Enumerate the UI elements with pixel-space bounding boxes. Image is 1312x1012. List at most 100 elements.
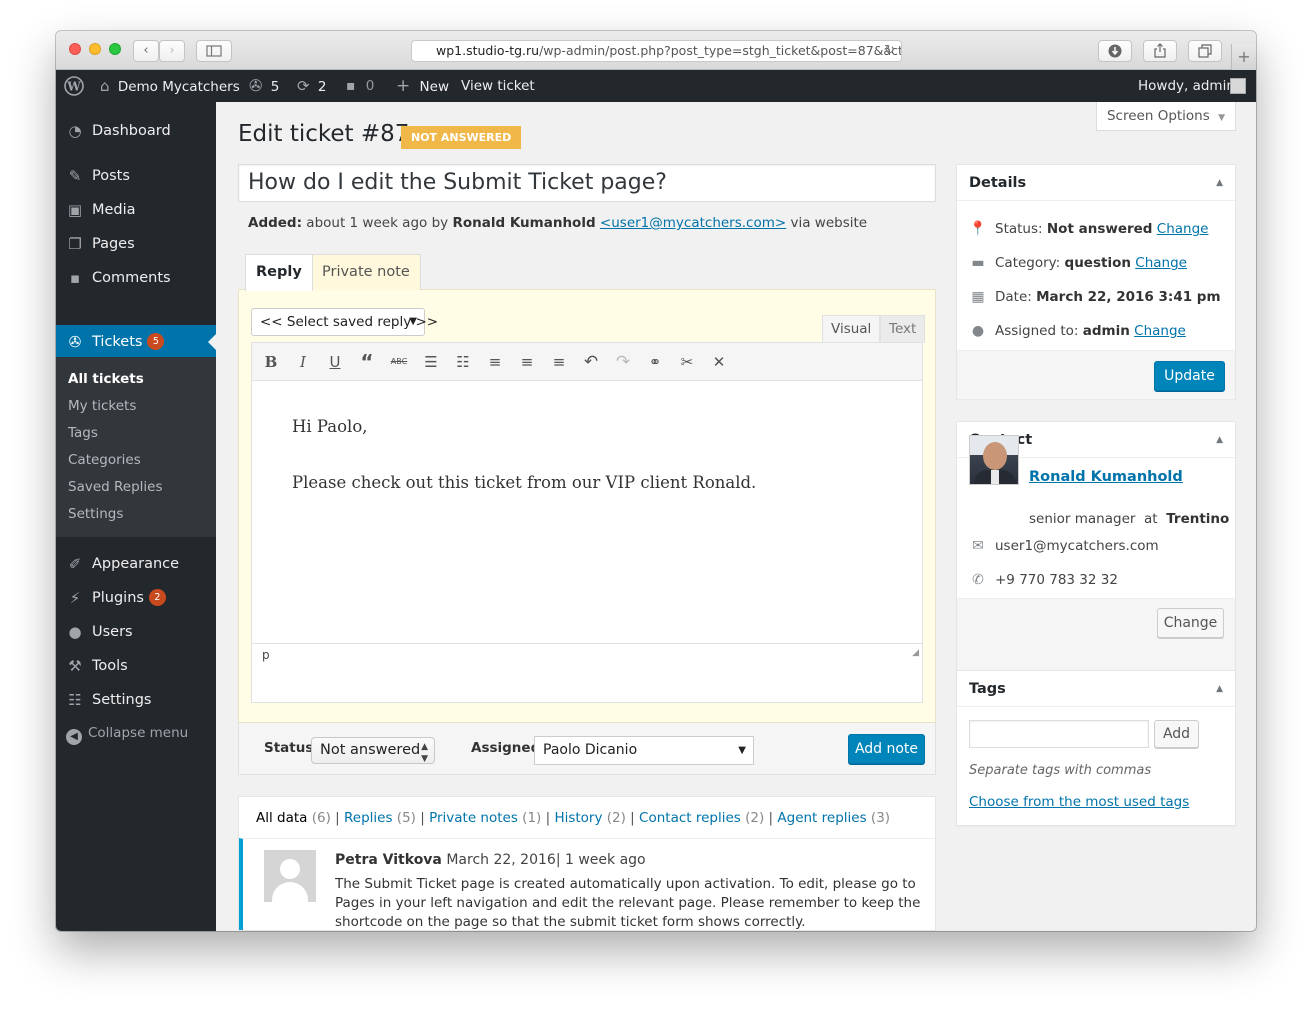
saved-reply-select[interactable]: << Select saved reply >> ▼ bbox=[251, 308, 438, 336]
downloads-button[interactable] bbox=[1098, 40, 1132, 62]
tabs-overview-button[interactable] bbox=[1188, 40, 1222, 62]
sidebar-item-dashboard[interactable]: ◔ Dashboard bbox=[56, 114, 216, 148]
tag-input[interactable] bbox=[969, 720, 1149, 748]
contact-name-link[interactable]: Ronald Kumanhold bbox=[1029, 469, 1183, 485]
editor-content[interactable]: Hi Paolo, Please check out this ticket f… bbox=[292, 413, 756, 525]
sidebar-item-comments[interactable]: ▪ Comments bbox=[56, 261, 216, 295]
history-entry: Petra Vitkova March 22, 2016| 1 week ago… bbox=[239, 838, 935, 930]
submenu-tags[interactable]: Tags bbox=[68, 420, 98, 447]
sidebar-toggle-button[interactable] bbox=[196, 40, 232, 62]
chevron-right-icon: › bbox=[169, 43, 175, 58]
toggle-up-icon[interactable]: ▲ bbox=[1216, 671, 1223, 707]
admin-avatar[interactable] bbox=[1230, 78, 1246, 94]
change-category-link[interactable]: Change bbox=[1135, 255, 1187, 271]
tab-private-note[interactable]: Private note bbox=[311, 254, 421, 290]
collapse-menu-button[interactable]: ◀ Collapse menu bbox=[66, 716, 188, 750]
close-window-button[interactable] bbox=[69, 43, 81, 55]
numbered-list-icon[interactable]: ☷ bbox=[451, 351, 475, 373]
minimize-window-button[interactable] bbox=[89, 43, 101, 55]
sidebar-item-tools[interactable]: ⚒ Tools bbox=[56, 649, 216, 683]
link-icon[interactable]: ⚭ bbox=[643, 351, 667, 373]
undo-icon[interactable]: ↶ bbox=[579, 351, 603, 373]
strikethrough-icon[interactable]: ABC bbox=[387, 351, 411, 373]
sidebar-item-tickets[interactable]: ✇ Tickets 5 bbox=[56, 325, 216, 359]
howdy-link[interactable]: Howdy, admin bbox=[1138, 70, 1235, 102]
bold-icon[interactable]: B bbox=[259, 351, 283, 373]
screen-options-button[interactable]: Screen Options ▼ bbox=[1096, 102, 1236, 131]
submenu-all-tickets[interactable]: All tickets bbox=[68, 366, 144, 393]
wrench-icon: ⚒ bbox=[68, 657, 82, 675]
most-used-tags-link[interactable]: Choose from the most used tags bbox=[969, 794, 1189, 810]
admin-sidebar: ◔ Dashboard ✎ Posts ▣ Media ❐ Pages ▪ Comment… bbox=[56, 102, 216, 931]
view-ticket-link[interactable]: View ticket bbox=[461, 70, 535, 102]
updates-link[interactable]: ⟳ 2 bbox=[297, 70, 326, 102]
submenu-categories[interactable]: Categories bbox=[68, 447, 141, 474]
ticket-history: All data (6) | Replies (5) | Private not… bbox=[238, 796, 936, 931]
subject-input[interactable]: How do I edit the Submit Ticket page? bbox=[238, 164, 936, 202]
toggle-up-icon[interactable]: ▲ bbox=[1216, 422, 1223, 458]
tab-visual[interactable]: Visual bbox=[822, 315, 881, 343]
filter-replies[interactable]: Replies (5) bbox=[344, 810, 416, 826]
new-content-link[interactable]: + New bbox=[396, 70, 449, 102]
align-right-icon[interactable]: ≡ bbox=[547, 351, 571, 373]
entry-date: March 22, 2016 bbox=[446, 852, 556, 868]
change-contact-button[interactable]: Change bbox=[1157, 608, 1224, 638]
new-tab-button[interactable]: + bbox=[1231, 44, 1256, 70]
bullet-list-icon[interactable]: ☰ bbox=[419, 351, 443, 373]
filter-all-data[interactable]: All data (6) bbox=[256, 810, 331, 826]
toggle-up-icon[interactable]: ▲ bbox=[1216, 165, 1223, 201]
assigned-select-value: Paolo Dicanio bbox=[543, 742, 638, 758]
sidebar-item-users[interactable]: ● Users bbox=[56, 615, 216, 649]
align-center-icon[interactable]: ≡ bbox=[515, 351, 539, 373]
back-button[interactable]: ‹ bbox=[133, 40, 159, 62]
underline-icon[interactable]: U bbox=[323, 351, 347, 373]
redo-icon[interactable]: ↷ bbox=[611, 351, 635, 373]
submenu-my-tickets[interactable]: My tickets bbox=[68, 393, 136, 420]
address-bar[interactable]: wp1.studio-tg.ru/wp-admin/post.php?post_… bbox=[411, 40, 902, 62]
status-select[interactable]: Not answered ▲ ▼ bbox=[311, 737, 435, 764]
filter-history[interactable]: History (2) bbox=[554, 810, 625, 826]
tags-header[interactable]: Tags ▲ bbox=[957, 671, 1235, 707]
sidebar-item-plugins[interactable]: ⚡ Plugins 2 bbox=[56, 581, 216, 615]
tab-text[interactable]: Text bbox=[880, 315, 926, 343]
align-left-icon[interactable]: ≡ bbox=[483, 351, 507, 373]
unlink-icon[interactable]: ✂ bbox=[675, 351, 699, 373]
change-status-link[interactable]: Change bbox=[1157, 221, 1209, 237]
forward-button[interactable]: › bbox=[159, 40, 185, 62]
sidebar-item-settings[interactable]: ☷ Settings bbox=[56, 683, 216, 717]
filter-private-notes[interactable]: Private notes (1) bbox=[429, 810, 541, 826]
author-email-link[interactable]: <user1@mycatchers.com> bbox=[600, 215, 786, 231]
add-note-button[interactable]: Add note bbox=[848, 734, 925, 764]
update-button[interactable]: Update bbox=[1154, 361, 1225, 391]
reload-icon[interactable]: ↻ bbox=[884, 41, 895, 61]
tickets-count-link[interactable]: ✇ 5 bbox=[249, 70, 279, 102]
sidebar-item-appearance[interactable]: ✐ Appearance bbox=[56, 547, 216, 581]
site-name-link[interactable]: ⌂ Demo Mycatchers bbox=[100, 70, 240, 102]
filter-contact-replies[interactable]: Contact replies (2) bbox=[639, 810, 764, 826]
sidebar-item-label: Pages bbox=[92, 236, 135, 252]
sidebar-item-media[interactable]: ▣ Media bbox=[56, 193, 216, 227]
submenu-saved-replies[interactable]: Saved Replies bbox=[68, 474, 163, 501]
submenu-settings[interactable]: Settings bbox=[68, 501, 123, 528]
user-icon: ● bbox=[971, 323, 985, 339]
change-assigned-link[interactable]: Change bbox=[1134, 323, 1186, 339]
author-name: Ronald Kumanhold bbox=[452, 215, 596, 231]
comments-link[interactable]: ▪ 0 bbox=[346, 70, 374, 102]
share-button[interactable] bbox=[1143, 40, 1177, 62]
resize-handle-icon[interactable]: ◢ bbox=[912, 642, 919, 664]
sidebar-item-label: Media bbox=[92, 202, 136, 218]
fullscreen-icon[interactable]: ✕ bbox=[707, 351, 731, 373]
browser-window: ‹ › wp1.studio-tg.ru/wp-admin/post.php?p… bbox=[56, 31, 1256, 931]
sidebar-item-posts[interactable]: ✎ Posts bbox=[56, 159, 216, 193]
sidebar-item-pages[interactable]: ❐ Pages bbox=[56, 227, 216, 261]
blockquote-icon[interactable]: “ bbox=[355, 351, 379, 373]
tab-reply[interactable]: Reply bbox=[245, 254, 313, 291]
add-tag-button[interactable]: Add bbox=[1154, 720, 1199, 748]
wordpress-logo-icon[interactable]: W bbox=[64, 70, 84, 102]
browser-toolbar: ‹ › wp1.studio-tg.ru/wp-admin/post.php?p… bbox=[56, 31, 1256, 70]
filter-agent-replies[interactable]: Agent replies (3) bbox=[777, 810, 890, 826]
assigned-select[interactable]: Paolo Dicanio ▼ bbox=[534, 736, 754, 765]
zoom-window-button[interactable] bbox=[109, 43, 121, 55]
details-header[interactable]: Details ▲ bbox=[957, 165, 1235, 201]
italic-icon[interactable]: I bbox=[291, 351, 315, 373]
